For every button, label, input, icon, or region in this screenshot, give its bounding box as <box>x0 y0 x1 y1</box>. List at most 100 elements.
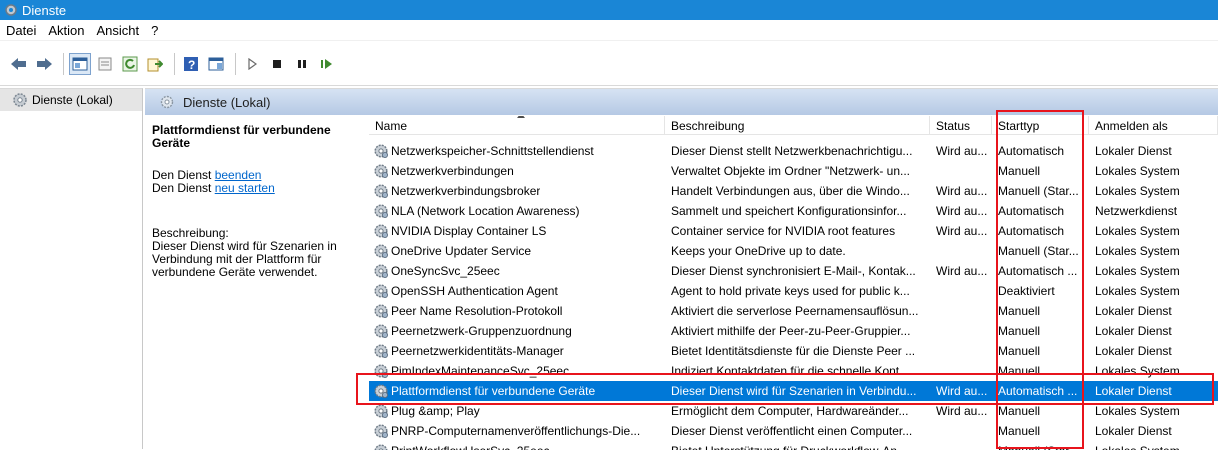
toolbar-separator <box>63 52 64 75</box>
column-header-name[interactable]: Name <box>369 116 665 135</box>
description-pane: Plattformdienst für verbundene Geräte De… <box>148 120 366 450</box>
service-gear-icon <box>373 403 389 419</box>
service-name-label: PrintWorkflowUserSvc_25eec <box>391 444 550 450</box>
service-starttype-cell: Automatisch ... <box>998 384 1078 398</box>
stop-prefix: Den Dienst <box>152 168 215 182</box>
forward-arrow-icon[interactable] <box>33 53 55 75</box>
toolbar: ? <box>0 42 1218 86</box>
service-name-label: OneSyncSvc_25eec <box>391 264 500 278</box>
tree-item-label: Dienste (Lokal) <box>32 93 113 107</box>
title-bar: Dienste <box>0 0 1218 20</box>
service-logon-cell: Lokaler Dienst <box>1095 344 1172 358</box>
toolbar-separator <box>235 52 236 75</box>
service-name-label: PNRP-Computernamenveröffentlichungs-Die.… <box>391 424 641 438</box>
window-title: Dienste <box>22 2 67 18</box>
column-header-logon[interactable]: Anmelden als <box>1089 116 1218 135</box>
service-logon-cell: Lokaler Dienst <box>1095 304 1172 318</box>
table-row[interactable]: OneDrive Updater Service Keeps your OneDr… <box>369 241 1218 261</box>
service-name-cell: PNRP-Computernamenveröffentlichungs-Die.… <box>369 423 665 439</box>
service-gear-icon <box>373 363 389 379</box>
table-row[interactable]: PNRP-Computernamenveröffentlichungs-Die.… <box>369 421 1218 441</box>
table-row[interactable]: Peernetzwerkidentitäts-Manager Bietet Ide… <box>369 341 1218 361</box>
help-icon[interactable]: ? <box>180 53 202 75</box>
service-logon-cell: Lokales System <box>1095 284 1180 298</box>
refresh-icon[interactable] <box>119 53 141 75</box>
service-starttype-cell: Manuell <box>998 364 1041 378</box>
service-description-cell: Keeps your OneDrive up to date. <box>671 244 846 258</box>
service-name-cell: Netzwerkverbindungen <box>369 163 665 179</box>
stop-service-link[interactable]: beenden <box>215 168 262 182</box>
table-row[interactable]: Plug &amp; Play Ermöglicht dem Computer, … <box>369 401 1218 421</box>
service-gear-icon <box>373 343 389 359</box>
service-name-cell: Netzwerkverbindungsbroker <box>369 183 665 199</box>
service-name-cell: Peernetzwerk-Gruppenzuordnung <box>369 323 665 339</box>
service-logon-cell: Lokales System <box>1095 184 1180 198</box>
service-gear-icon <box>373 163 389 179</box>
back-arrow-icon[interactable] <box>8 53 30 75</box>
table-row[interactable]: OpenSSH Authentication Agent Agent to hol… <box>369 281 1218 301</box>
service-gear-icon <box>373 143 389 159</box>
column-header-label: Status <box>936 119 971 133</box>
restart-service-icon[interactable] <box>316 53 338 75</box>
service-starttype-cell: Automatisch <box>998 224 1065 238</box>
column-header-status[interactable]: Status <box>930 116 992 135</box>
service-description-cell: Aktiviert mithilfe der Peer-zu-Peer-Grup… <box>671 324 911 338</box>
service-logon-cell: Lokales System <box>1095 244 1180 258</box>
service-name-cell: Peer Name Resolution-Protokoll <box>369 303 665 319</box>
table-row[interactable]: Peer Name Resolution-Protokoll Aktiviert … <box>369 301 1218 321</box>
column-header-starttype[interactable]: Starttyp <box>992 116 1089 135</box>
service-starttype-cell: Manuell (Star... <box>998 244 1079 258</box>
service-logon-cell: Netzwerkdienst <box>1095 204 1178 218</box>
console-tree-icon[interactable] <box>69 52 91 75</box>
service-gear-icon <box>373 283 389 299</box>
table-row[interactable]: Plattformdienst für verbundene Geräte Die… <box>369 381 1218 401</box>
service-logon-cell: Lokaler Dienst <box>1095 144 1172 158</box>
restart-service-link[interactable]: neu starten <box>215 181 275 195</box>
stop-service-icon[interactable] <box>266 53 288 75</box>
table-row[interactable]: NLA (Network Location Awareness) Sammelt … <box>369 201 1218 221</box>
menu-bar: Datei Aktion Ansicht ? <box>0 20 1218 41</box>
service-name-cell: Netzwerkspeicher-Schnittstellendienst <box>369 143 665 159</box>
console-tree: Dienste (Lokal) <box>0 88 143 449</box>
table-row[interactable]: Netzwerkspeicher-Schnittstellendienst Die… <box>369 141 1218 161</box>
table-row[interactable]: OneSyncSvc_25eec Dieser Dienst synchronis… <box>369 261 1218 281</box>
service-status-cell: Wird au... <box>936 224 988 238</box>
start-service-icon[interactable] <box>241 53 263 75</box>
service-gear-icon <box>373 183 389 199</box>
service-description-cell: Handelt Verbindungen aus, über die Windo… <box>671 184 910 198</box>
table-row[interactable]: Peernetzwerk-Gruppenzuordnung Aktiviert m… <box>369 321 1218 341</box>
pause-service-icon[interactable] <box>291 53 313 75</box>
column-header-label: Beschreibung <box>671 119 745 133</box>
service-description-cell: Dieser Dienst wird für Szenarien in Verb… <box>671 384 917 398</box>
menu-aktion[interactable]: Aktion <box>42 23 90 38</box>
table-row[interactable]: Netzwerkverbindungen Verwaltet Objekte im… <box>369 161 1218 181</box>
column-header-description[interactable]: Beschreibung <box>665 116 930 135</box>
service-name-label: NVIDIA Display Container LS <box>391 224 547 238</box>
table-row[interactable]: PimIndexMaintenanceSvc_25eec Indiziert Ko… <box>369 361 1218 381</box>
service-logon-cell: Lokales System <box>1095 404 1180 418</box>
service-status-cell: Wird au... <box>936 384 988 398</box>
menu-help[interactable]: ? <box>145 23 164 38</box>
table-row[interactable]: Netzwerkverbindungsbroker Handelt Verbind… <box>369 181 1218 201</box>
service-gear-icon <box>373 223 389 239</box>
service-logon-cell: Lokales System <box>1089 444 1218 450</box>
table-row[interactable]: NVIDIA Display Container LS Container ser… <box>369 221 1218 241</box>
service-starttype-cell: Manuell <box>998 404 1041 418</box>
show-hide-action-pane-icon[interactable] <box>205 53 227 75</box>
service-description-cell: Agent to hold private keys used for publ… <box>671 284 910 298</box>
service-name-label: Peernetzwerkidentitäts-Manager <box>391 344 564 358</box>
menu-datei[interactable]: Datei <box>0 23 42 38</box>
tree-item-services-local[interactable]: Dienste (Lokal) <box>0 89 142 111</box>
service-name-cell: OneSyncSvc_25eec <box>369 263 665 279</box>
service-name-cell: NVIDIA Display Container LS <box>369 223 665 239</box>
service-name-label: Peernetzwerk-Gruppenzuordnung <box>391 324 572 338</box>
menu-ansicht[interactable]: Ansicht <box>91 23 146 38</box>
export-list-icon[interactable] <box>144 53 166 75</box>
service-description-cell: Dieser Dienst synchronisiert E-Mail-, Ko… <box>671 264 916 278</box>
service-name-label: Peer Name Resolution-Protokoll <box>391 304 563 318</box>
service-description-cell: Sammelt und speichert Konfigurationsinfo… <box>671 204 907 218</box>
service-name-cell: Peernetzwerkidentitäts-Manager <box>369 343 665 359</box>
service-description-cell: Verwaltet Objekte im Ordner "Netzwerk- u… <box>671 164 911 178</box>
service-starttype-cell: Automatisch <box>998 204 1065 218</box>
properties-icon[interactable] <box>94 53 116 75</box>
